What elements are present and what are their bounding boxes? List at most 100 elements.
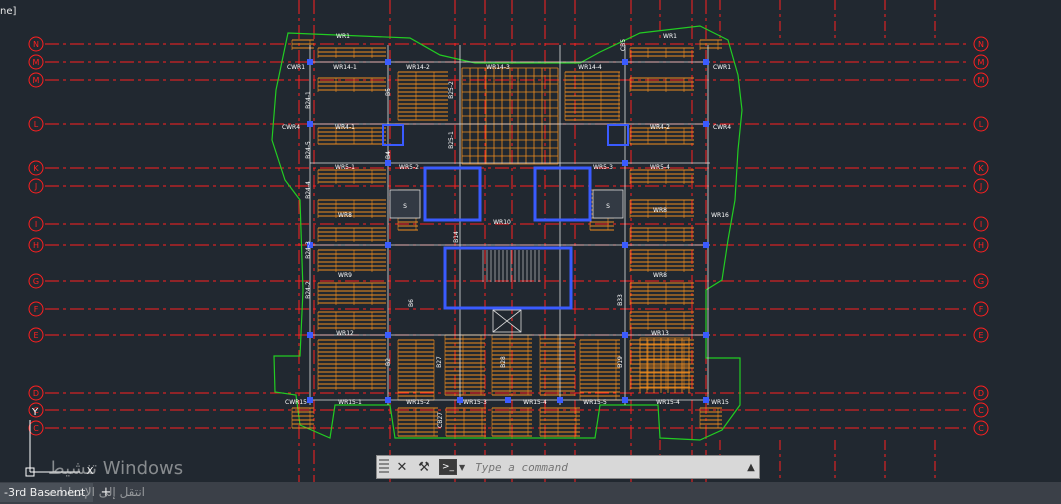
close-icon[interactable]: ✕ — [393, 458, 411, 476]
plan-label: B24-2 — [305, 281, 312, 299]
plan-label: WR1 — [336, 33, 350, 40]
column — [505, 397, 511, 403]
column — [703, 397, 709, 403]
column — [622, 59, 628, 65]
column — [703, 121, 709, 127]
grid-bubble-label: M — [978, 76, 985, 85]
column — [385, 160, 391, 166]
plan-label: CB27 — [437, 412, 444, 428]
grid-bubble-label: H — [33, 241, 39, 250]
grid-bubble-label: G — [978, 277, 984, 286]
grid-bubble-label: C — [978, 424, 984, 433]
core-wall — [423, 166, 482, 222]
plan-label: B27 — [436, 356, 443, 368]
grid-bubble-label: C — [33, 424, 39, 433]
wrench-icon[interactable]: ⚒ — [415, 458, 433, 476]
grid-bubble-label: M — [978, 58, 985, 67]
drawing-canvas[interactable]: N NM MM ML LK KJ JI IH HG GF FE ED DC CC CWR1 WR1CWR1 WR… — [0, 0, 1061, 482]
plan-label: WR15-4 — [523, 399, 547, 406]
plan-label: S — [403, 203, 407, 210]
windows-activation-subtext: انتقل إلى الإعدادات — [48, 485, 146, 499]
plan-label: WR1 — [663, 33, 677, 40]
column — [385, 332, 391, 338]
plan-label: WR15-4 — [656, 399, 680, 406]
plan-label: CWR4 — [713, 124, 731, 131]
grid-bubble-label: D — [978, 389, 984, 398]
plan-label: B4 — [385, 151, 392, 159]
plan-label: WR5-4 — [650, 164, 670, 171]
windows-activation-watermark: تنشيط Windows — [48, 458, 184, 479]
autocad-window: ne] N N M M M M L L K K J J I I H H G G F F E E D D C C C C WR1 WR1 CW… — [0, 0, 1061, 504]
column — [307, 59, 313, 65]
grid-bubble-label: I — [35, 220, 37, 229]
plan-label: B5 — [385, 88, 392, 96]
command-history-arrow-icon[interactable]: ▲ — [743, 462, 759, 473]
grid-bubble-label: F — [34, 305, 39, 314]
grid-bubble-label: J — [979, 182, 982, 191]
plan-label: WR14-1 — [333, 64, 357, 71]
grid-bubble-label: K — [33, 164, 39, 173]
column — [557, 397, 563, 403]
building-outline — [271, 25, 743, 441]
plan-label: WR5-1 — [335, 164, 355, 171]
column — [622, 242, 628, 248]
plan-label: B25-2 — [448, 81, 455, 99]
column — [385, 397, 391, 403]
chevron-down-icon[interactable]: ▼ — [459, 463, 465, 472]
plan-label: WR9 — [338, 272, 352, 279]
plan-label: WR15-3 — [463, 399, 487, 406]
column — [703, 332, 709, 338]
grid-bubble-label: E — [33, 331, 38, 340]
plan-label: WR4-2 — [650, 124, 670, 131]
plan-label: WR12 — [336, 330, 354, 337]
plan-label: WR5-2 — [399, 164, 419, 171]
grip-handle[interactable] — [379, 459, 389, 475]
slab-joists — [291, 39, 722, 437]
plan-label: WR8 — [653, 207, 667, 214]
plan-label: CWR15 — [285, 399, 307, 406]
plan-label: WR8 — [653, 272, 667, 279]
command-line-bar: ✕ ⚒ >_ ▼ ▲ — [376, 455, 760, 479]
grid-bubble-label: F — [979, 305, 984, 314]
command-input[interactable] — [471, 457, 743, 477]
column — [457, 397, 463, 403]
grid-bubble-label: M — [33, 76, 40, 85]
grid-bubble-label: N — [978, 40, 984, 49]
grid-bubble-label: J — [34, 182, 37, 191]
plan-label: WR4-1 — [335, 124, 355, 131]
grid-bubble-label: K — [978, 164, 984, 173]
plan-label: WR10 — [493, 219, 511, 226]
core-wall — [443, 246, 573, 310]
plan-label: S — [606, 203, 610, 210]
column — [385, 242, 391, 248]
grid-bubble-label: I — [980, 220, 982, 229]
column — [307, 121, 313, 127]
plan-label: B2 — [385, 358, 392, 366]
column — [307, 397, 313, 403]
plan-label: B24-5 — [305, 141, 312, 159]
plan-label: WR15-2 — [406, 399, 430, 406]
plan-label: CWR1 — [287, 64, 305, 71]
command-prompt-icon[interactable]: >_ — [439, 459, 457, 475]
plan-label: B24-4 — [305, 181, 312, 199]
grid-axes: N NM MM ML LK KJ JI IH HG GF FE ED DC CC C — [28, 0, 989, 482]
column — [385, 59, 391, 65]
grid-bubble-label: G — [33, 277, 39, 286]
plan-label: WR13 — [651, 330, 669, 337]
grid-bubble-label: M — [33, 58, 40, 67]
plan-label: CWR4 — [282, 124, 300, 131]
grid-bubble-label: N — [33, 40, 39, 49]
plan-label: B25-1 — [448, 131, 455, 149]
column — [703, 59, 709, 65]
grid-bubble-label: C — [978, 406, 984, 415]
grid-bubble-label: L — [979, 120, 984, 129]
ucs-y-label: Y — [31, 407, 39, 418]
plan-label: B14 — [453, 231, 460, 243]
plan-label: WR15-5 — [583, 399, 607, 406]
layout-tab-bar: -3rd Basement + — [0, 482, 1061, 504]
grid-bubble-label: D — [33, 389, 39, 398]
plan-label: B19 — [617, 356, 624, 368]
column — [622, 332, 628, 338]
plan-label: CB5 — [620, 39, 627, 51]
plan-label: B24-1 — [305, 91, 312, 109]
